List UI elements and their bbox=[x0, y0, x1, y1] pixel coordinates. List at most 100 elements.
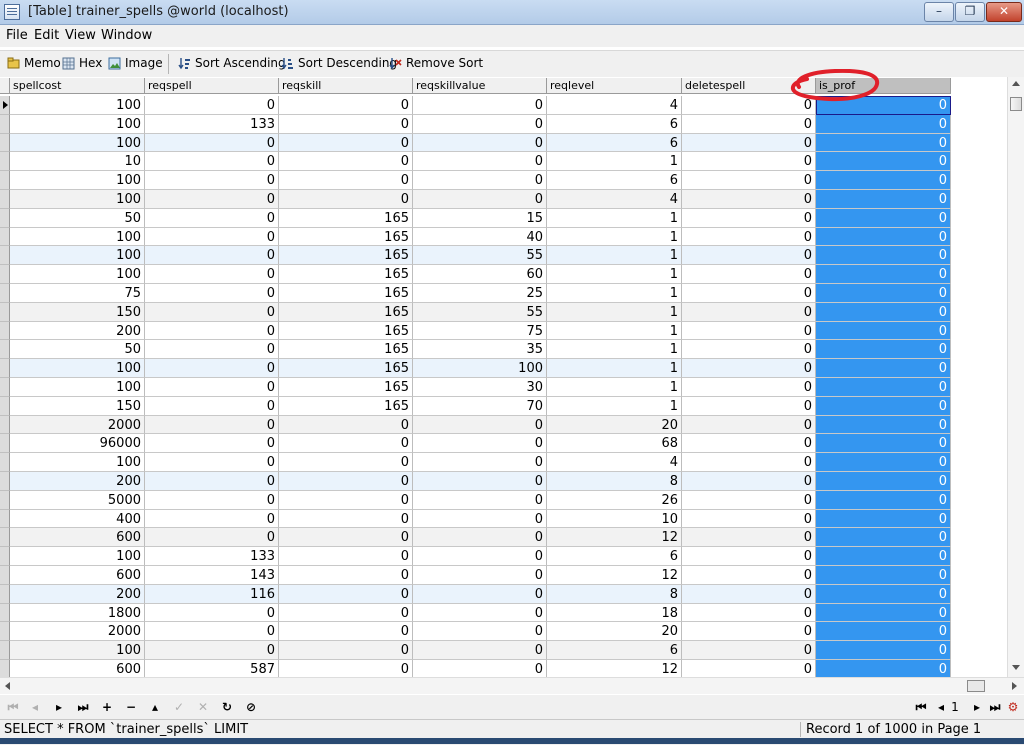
table-row[interactable]: 100 133 0 0 6 0 0 bbox=[0, 547, 951, 566]
table-cell-reqskill[interactable]: 0 bbox=[279, 434, 413, 454]
table-cell-reqskill[interactable]: 0 bbox=[279, 660, 413, 677]
table-cell-reqskill[interactable]: 0 bbox=[279, 415, 413, 435]
table-cell-reqspell[interactable]: 0 bbox=[145, 396, 279, 416]
table-cell-spellcost[interactable]: 150 bbox=[10, 396, 145, 416]
row-indicator[interactable] bbox=[0, 603, 10, 623]
remove-sort-button[interactable]: Remove Sort bbox=[389, 56, 483, 70]
table-cell-reqspell[interactable]: 0 bbox=[145, 246, 279, 266]
refresh-icon[interactable]: ↻ bbox=[218, 699, 236, 715]
table-row[interactable]: 200 116 0 0 8 0 0 bbox=[0, 584, 951, 604]
horizontal-scroll-thumb[interactable] bbox=[967, 680, 985, 692]
table-cell-reqskillvalue[interactable]: 0 bbox=[413, 490, 547, 510]
table-cell-reqskillvalue[interactable]: 60 bbox=[413, 265, 547, 284]
table-cell-reqspell[interactable]: 0 bbox=[145, 96, 279, 115]
table-cell-reqspell[interactable]: 0 bbox=[145, 265, 279, 284]
table-cell-spellcost[interactable]: 100 bbox=[10, 227, 145, 247]
table-cell-reqskillvalue[interactable]: 0 bbox=[413, 472, 547, 491]
horizontal-scrollbar[interactable] bbox=[0, 677, 1024, 694]
table-cell-reqskillvalue[interactable]: 40 bbox=[413, 227, 547, 247]
table-cell-reqlevel[interactable]: 1 bbox=[547, 378, 682, 397]
table-row[interactable]: 2000 0 0 0 20 0 0 bbox=[0, 415, 951, 435]
table-cell-reqlevel[interactable]: 20 bbox=[547, 622, 682, 642]
menu-edit[interactable]: Edit bbox=[34, 28, 59, 43]
table-cell-spellcost[interactable]: 100 bbox=[10, 547, 145, 566]
table-cell-is-prof[interactable]: 0 bbox=[816, 340, 951, 360]
prior-record-icon[interactable]: ◂ bbox=[26, 699, 44, 715]
table-cell-is-prof[interactable]: 0 bbox=[816, 415, 951, 435]
table-row[interactable]: 100 0 0 0 6 0 0 bbox=[0, 133, 951, 153]
table-cell-spellcost[interactable]: 100 bbox=[10, 171, 145, 190]
table-cell-is-prof[interactable]: 0 bbox=[816, 378, 951, 397]
table-cell-reqspell[interactable]: 0 bbox=[145, 340, 279, 360]
table-row[interactable]: 2000 0 0 0 20 0 0 bbox=[0, 622, 951, 642]
table-cell-reqlevel[interactable]: 1 bbox=[547, 152, 682, 172]
column-header-reqskillvalue[interactable]: reqskillvalue bbox=[413, 78, 547, 94]
table-cell-spellcost[interactable]: 50 bbox=[10, 208, 145, 228]
table-cell-reqlevel[interactable]: 26 bbox=[547, 490, 682, 510]
row-indicator[interactable] bbox=[0, 415, 10, 435]
table-cell-reqskillvalue[interactable]: 0 bbox=[413, 152, 547, 172]
table-cell-spellcost[interactable]: 100 bbox=[10, 359, 145, 378]
table-cell-reqlevel[interactable]: 1 bbox=[547, 340, 682, 360]
table-cell-reqskill[interactable]: 165 bbox=[279, 378, 413, 397]
row-indicator[interactable] bbox=[0, 547, 10, 566]
cancel-edit-icon[interactable]: ✕ bbox=[194, 699, 212, 715]
table-cell-is-prof[interactable]: 0 bbox=[816, 246, 951, 266]
table-row[interactable]: 100 0 165 100 1 0 0 bbox=[0, 359, 951, 378]
table-cell-deletespell[interactable]: 0 bbox=[682, 114, 816, 134]
table-cell-spellcost[interactable]: 100 bbox=[10, 265, 145, 284]
table-cell-is-prof[interactable]: 0 bbox=[816, 359, 951, 378]
table-cell-reqlevel[interactable]: 18 bbox=[547, 603, 682, 623]
table-cell-is-prof[interactable]: 0 bbox=[816, 472, 951, 491]
table-cell-is-prof[interactable]: 0 bbox=[816, 133, 951, 153]
delete-record-icon[interactable]: − bbox=[122, 699, 140, 715]
table-cell-is-prof[interactable]: 0 bbox=[816, 114, 951, 134]
table-cell-reqspell[interactable]: 0 bbox=[145, 190, 279, 209]
table-cell-is-prof[interactable]: 0 bbox=[816, 434, 951, 454]
table-cell-deletespell[interactable]: 0 bbox=[682, 378, 816, 397]
table-row[interactable]: 100 0 0 0 4 0 0 bbox=[0, 96, 951, 115]
table-cell-reqskillvalue[interactable]: 0 bbox=[413, 133, 547, 153]
table-cell-reqspell[interactable]: 0 bbox=[145, 603, 279, 623]
row-indicator[interactable] bbox=[0, 378, 10, 397]
table-cell-reqspell[interactable]: 0 bbox=[145, 415, 279, 435]
memo-button[interactable]: Memo bbox=[7, 56, 61, 70]
table-row[interactable]: 200 0 0 0 8 0 0 bbox=[0, 472, 951, 491]
insert-record-icon[interactable]: + bbox=[98, 699, 116, 715]
table-cell-spellcost[interactable]: 1800 bbox=[10, 603, 145, 623]
table-cell-reqlevel[interactable]: 1 bbox=[547, 321, 682, 341]
table-cell-spellcost[interactable]: 100 bbox=[10, 114, 145, 134]
menu-view[interactable]: View bbox=[65, 28, 96, 43]
table-row[interactable]: 5000 0 0 0 26 0 0 bbox=[0, 490, 951, 510]
table-cell-spellcost[interactable]: 100 bbox=[10, 133, 145, 153]
table-cell-reqskill[interactable]: 0 bbox=[279, 133, 413, 153]
table-cell-spellcost[interactable]: 75 bbox=[10, 284, 145, 303]
table-cell-reqskill[interactable]: 0 bbox=[279, 641, 413, 660]
table-cell-is-prof[interactable]: 0 bbox=[816, 396, 951, 416]
table-row[interactable]: 150 0 165 55 1 0 0 bbox=[0, 302, 951, 322]
row-indicator[interactable] bbox=[0, 284, 10, 303]
table-cell-spellcost[interactable]: 100 bbox=[10, 641, 145, 660]
sort-ascending-button[interactable]: Sort Ascending bbox=[178, 56, 286, 70]
table-cell-reqskillvalue[interactable]: 0 bbox=[413, 415, 547, 435]
table-cell-spellcost[interactable]: 100 bbox=[10, 246, 145, 266]
table-cell-reqspell[interactable]: 0 bbox=[145, 490, 279, 510]
table-cell-is-prof[interactable]: 0 bbox=[816, 509, 951, 529]
table-cell-is-prof[interactable]: 0 bbox=[816, 622, 951, 642]
table-cell-reqskill[interactable]: 165 bbox=[279, 396, 413, 416]
row-indicator[interactable] bbox=[0, 340, 10, 360]
table-cell-reqskillvalue[interactable]: 0 bbox=[413, 603, 547, 623]
vertical-scrollbar[interactable] bbox=[1007, 77, 1024, 677]
table-cell-deletespell[interactable]: 0 bbox=[682, 208, 816, 228]
table-cell-reqskillvalue[interactable]: 55 bbox=[413, 302, 547, 322]
table-cell-spellcost[interactable]: 150 bbox=[10, 302, 145, 322]
table-cell-reqskill[interactable]: 0 bbox=[279, 453, 413, 472]
table-cell-reqspell[interactable]: 0 bbox=[145, 509, 279, 529]
table-cell-reqskill[interactable]: 165 bbox=[279, 359, 413, 378]
table-cell-is-prof[interactable]: 0 bbox=[816, 566, 951, 585]
table-cell-reqskill[interactable]: 0 bbox=[279, 584, 413, 604]
table-cell-reqlevel[interactable]: 4 bbox=[547, 190, 682, 209]
table-cell-reqskill[interactable]: 0 bbox=[279, 603, 413, 623]
row-indicator[interactable] bbox=[0, 509, 10, 529]
table-cell-deletespell[interactable]: 0 bbox=[682, 96, 816, 115]
